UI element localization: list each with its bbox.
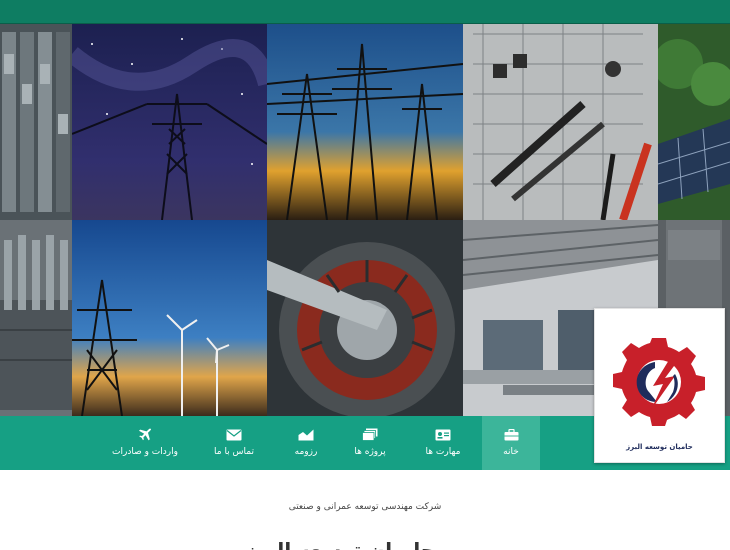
- pylon-wind-turbine-image: [72, 220, 267, 416]
- nav-label: واردات و صادرات: [112, 447, 178, 457]
- nav-label: مهارت ها: [425, 447, 461, 457]
- gear-lightning-logo-icon: [613, 338, 705, 426]
- pylons-sunset-image: [267, 24, 463, 220]
- company-logo-card[interactable]: حامیان توسعه البرز: [594, 308, 725, 463]
- nav-item-resume[interactable]: رزومه: [276, 416, 336, 470]
- nav-item-projects[interactable]: پروژه ها: [340, 416, 400, 470]
- nav-label: رزومه: [294, 447, 318, 457]
- switchgear-image: [0, 24, 72, 220]
- airplane-icon: [137, 428, 153, 441]
- nav-item-home[interactable]: خانه: [482, 416, 540, 470]
- pylon-starry-sky-image: [72, 24, 267, 220]
- transformer-image: [0, 220, 72, 416]
- briefcase-icon: [503, 428, 519, 441]
- nav-label: خانه: [503, 447, 519, 457]
- top-bar: [0, 0, 730, 24]
- nav-label: تماس با ما: [214, 447, 254, 457]
- company-tagline: شرکت مهندسی توسعه عمرانی و صنعتی: [288, 502, 442, 512]
- envelope-icon: [226, 428, 242, 441]
- stacked-images-icon: [362, 428, 378, 441]
- motor-stator-image: [267, 220, 463, 416]
- nav-label: پروژه ها: [354, 447, 386, 457]
- nav-item-import-export[interactable]: واردات و صادرات: [105, 416, 185, 470]
- logo-caption: حامیان توسعه البرز: [626, 443, 693, 451]
- solar-panels-image: [658, 24, 730, 220]
- circuit-schematic-tools-image: [463, 24, 658, 220]
- nav-item-contact[interactable]: تماس با ما: [203, 416, 265, 470]
- nav-item-skills[interactable]: مهارت ها: [413, 416, 473, 470]
- area-chart-icon: [298, 428, 314, 441]
- id-card-icon: [435, 428, 451, 441]
- page-headline-clip: حامیان توسعه البرز: [0, 536, 730, 550]
- page-headline: حامیان توسعه البرز: [244, 538, 436, 550]
